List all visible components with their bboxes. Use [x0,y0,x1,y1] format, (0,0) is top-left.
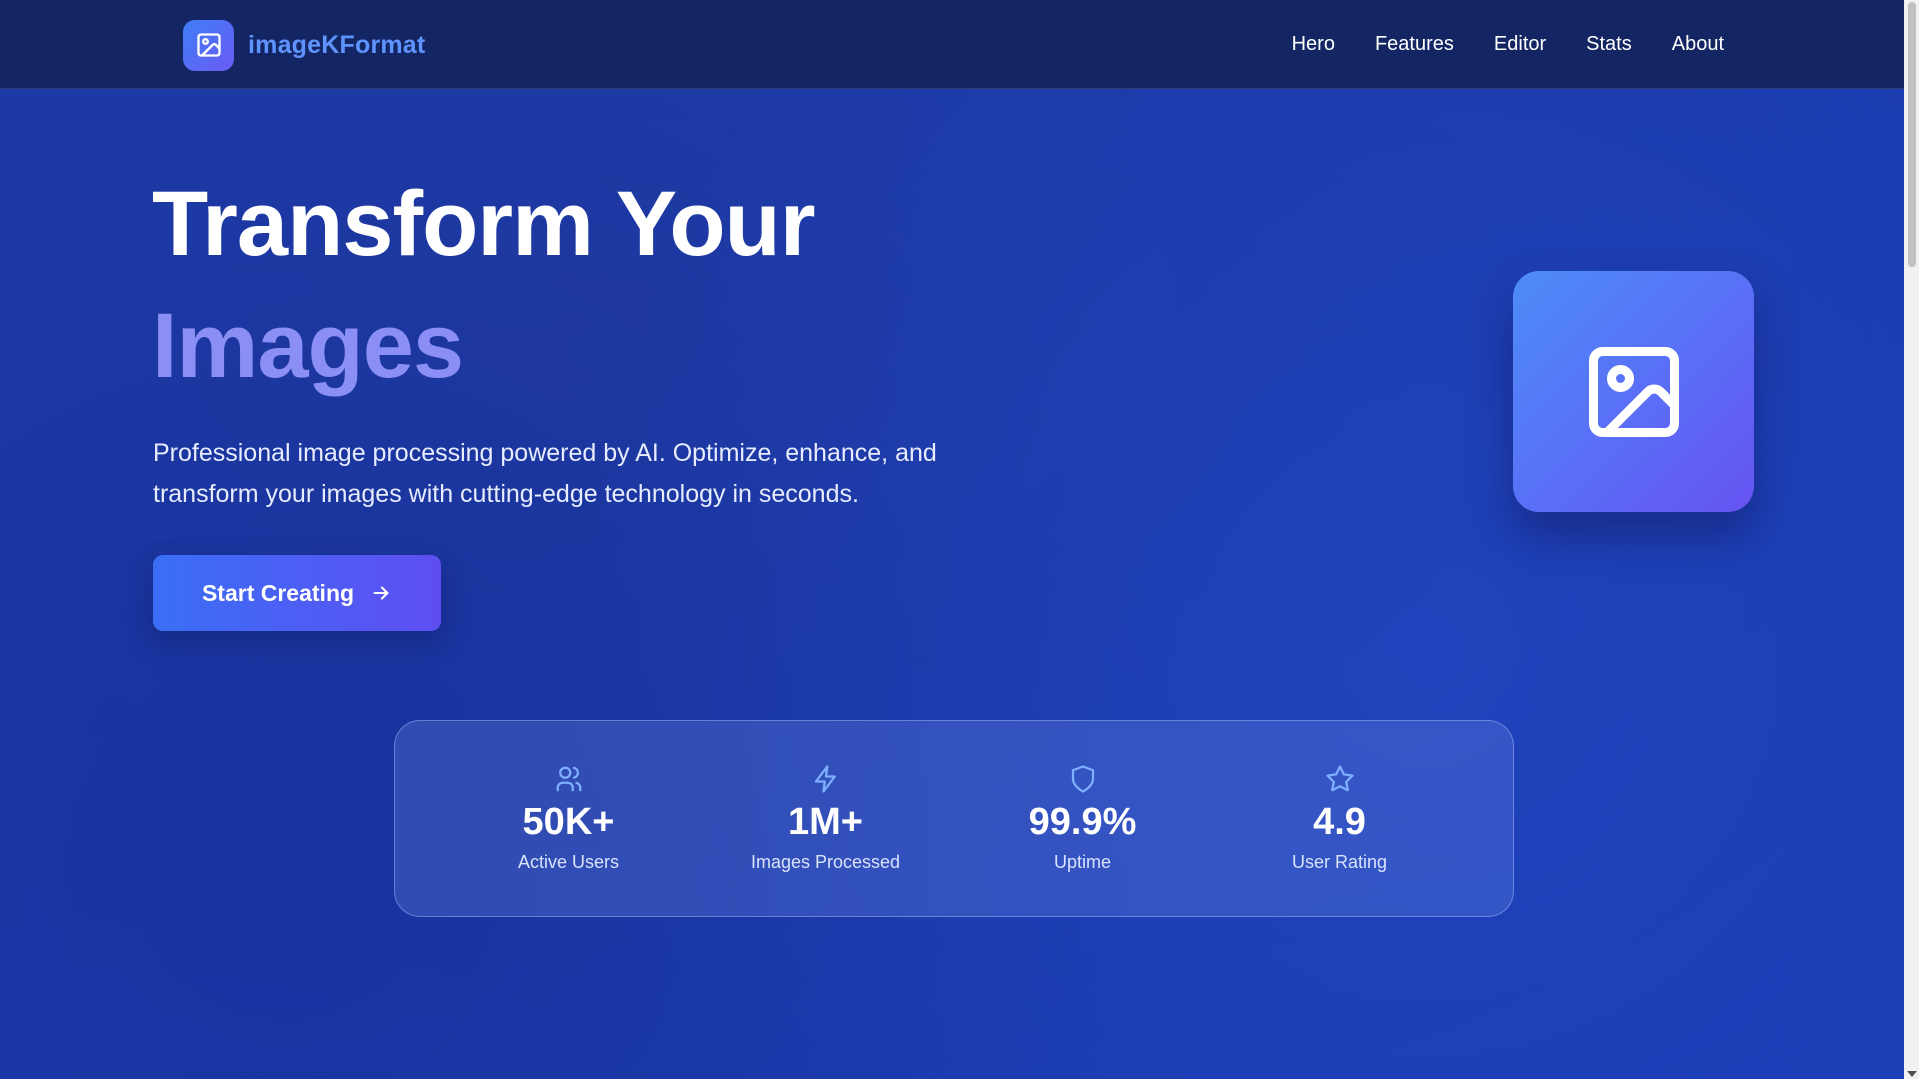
shield-icon [1068,763,1098,795]
image-icon [183,19,234,71]
stat-label: Active Users [517,852,620,872]
scroll-down-arrow-icon[interactable] [1907,1071,1917,1077]
stat-value: 50K+ [522,801,615,843]
start-creating-button[interactable]: Start Creating [153,555,441,631]
lightning-icon [811,763,841,795]
stat-value: 4.9 [1313,801,1366,843]
stat-uptime: 99.9% Uptime [954,721,1211,916]
hero-description: Professional image processing powered by… [153,439,937,508]
stat-active-users: 50K+ Active Users [440,721,697,916]
nav-link-stats[interactable]: Stats [1586,33,1632,56]
start-creating-label: Start Creating [201,579,355,606]
hero-graphic [1513,271,1754,512]
nav-link-about[interactable]: About [1672,33,1724,56]
stat-value: 99.9% [1028,801,1137,843]
stat-label: Images Processed [750,852,901,872]
navbar: imageKFormat Hero Features Editor Stats … [0,0,1904,89]
scrollbar-thumb[interactable] [1908,2,1916,267]
brand-link[interactable]: imageKFormat [183,19,425,71]
stat-value: 1M+ [788,801,863,843]
page: imageKFormat Hero Features Editor Stats … [0,0,1904,1079]
image-icon [1588,346,1679,437]
brand-name: imageKFormat [248,30,426,59]
hero-title: Transform Your [152,173,816,275]
nav-link-editor[interactable]: Editor [1494,33,1546,56]
stats-panel: 50K+ Active Users 1M+ Images Processed 9… [394,720,1514,917]
nav-link-features[interactable]: Features [1375,33,1454,56]
nav-links: Hero Features Editor Stats About [1292,0,1724,89]
page-scrollbar[interactable] [1904,0,1919,1079]
stat-images-processed: 1M+ Images Processed [697,721,954,916]
stat-user-rating: 4.9 User Rating [1211,721,1468,916]
nav-link-hero[interactable]: Hero [1292,33,1335,56]
stat-label: User Rating [1291,852,1388,872]
stat-label: Uptime [1053,852,1111,872]
arrow-right-icon [373,586,389,600]
users-icon [554,763,584,795]
star-icon [1325,763,1355,795]
hero-title-accent: Images [152,295,464,397]
